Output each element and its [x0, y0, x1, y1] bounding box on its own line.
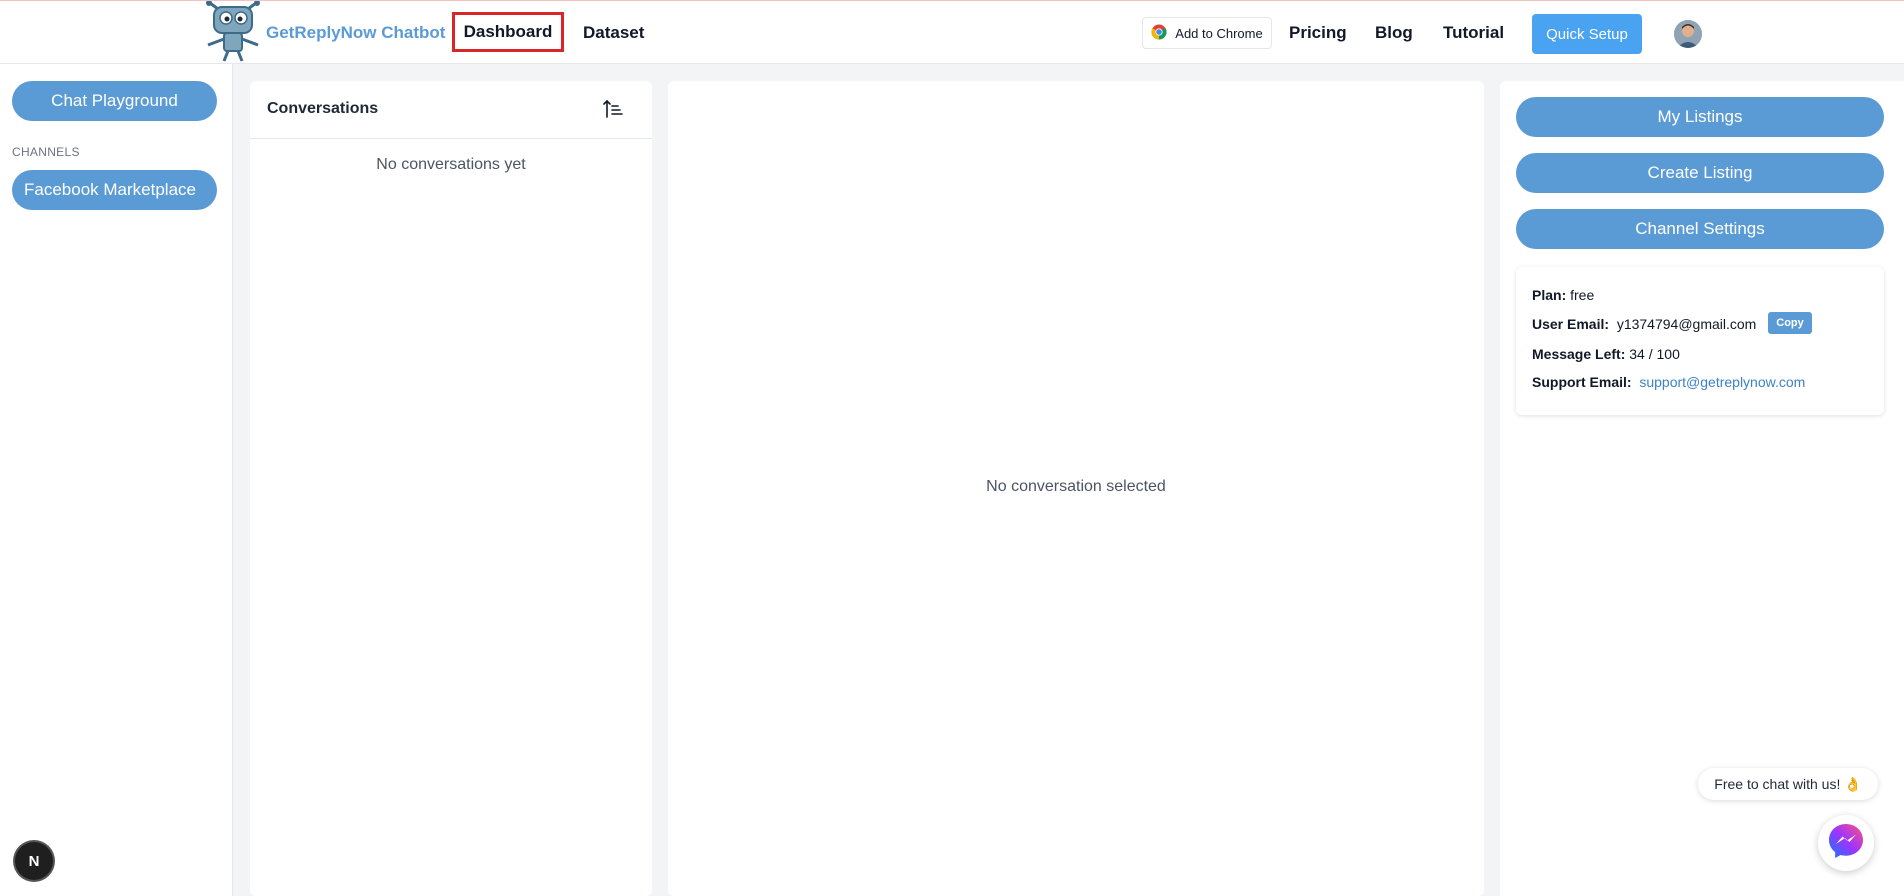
chat-playground-label: Chat Playground: [51, 91, 178, 110]
my-listings-label: My Listings: [1657, 107, 1743, 126]
channel-item-label: Facebook Marketplace: [24, 180, 196, 199]
support-email-label: Support Email:: [1532, 374, 1632, 390]
nav-tutorial-link[interactable]: Tutorial: [1443, 23, 1504, 43]
quick-setup-label: Quick Setup: [1546, 25, 1628, 43]
support-email-link[interactable]: support@getreplynow.com: [1639, 374, 1805, 390]
chat-widget-text: Free to chat with us! 👌: [1714, 775, 1862, 792]
create-listing-label: Create Listing: [1647, 163, 1753, 182]
robot-logo-icon[interactable]: [196, 0, 270, 65]
user-avatar[interactable]: [1674, 20, 1702, 48]
chat-widget-bubble[interactable]: Free to chat with us! 👌: [1698, 768, 1878, 800]
quick-setup-button[interactable]: Quick Setup: [1532, 14, 1642, 54]
conversations-header: Conversations: [250, 81, 652, 139]
conversations-title: Conversations: [267, 100, 379, 117]
conversations-panel: Conversations No conversations yet: [250, 81, 652, 896]
plan-row: Plan: free: [1532, 287, 1594, 303]
brand[interactable]: [196, 0, 270, 65]
channel-settings-button[interactable]: Channel Settings: [1516, 209, 1884, 249]
message-left-row: Message Left: 34 / 100: [1532, 346, 1680, 362]
conversations-empty-state: No conversations yet: [376, 156, 526, 173]
nav-dataset-link[interactable]: Dataset: [583, 23, 644, 43]
account-info-card: Plan: free User Email: y1374794@gmail.co…: [1516, 267, 1884, 415]
nav-blog-link[interactable]: Blog: [1375, 23, 1413, 43]
nav-pricing-link[interactable]: Pricing: [1289, 23, 1347, 43]
left-sidebar: Chat Playground CHANNELS Facebook Market…: [0, 64, 233, 896]
user-email-row: User Email: y1374794@gmail.com: [1532, 316, 1756, 332]
channels-section-label: CHANNELS: [12, 145, 80, 159]
copy-email-button[interactable]: Copy: [1768, 312, 1812, 334]
nav-dashboard-link[interactable]: Dashboard: [452, 12, 564, 52]
sort-ascending-icon[interactable]: [602, 97, 626, 121]
user-email-value: y1374794@gmail.com: [1616, 316, 1757, 332]
chat-playground-button[interactable]: Chat Playground: [12, 81, 217, 121]
message-left-label: Message Left:: [1532, 346, 1626, 362]
nextjs-dev-badge[interactable]: N: [15, 842, 53, 880]
n-badge-label: N: [28, 852, 40, 870]
channel-item-facebook-marketplace[interactable]: Facebook Marketplace: [12, 170, 217, 210]
top-navbar: GetReplyNow Chatbot Dashboard Dataset Ad…: [0, 0, 1904, 64]
add-to-chrome-label: Add to Chrome: [1175, 25, 1263, 41]
plan-label: Plan:: [1532, 287, 1567, 303]
messenger-icon: [1826, 821, 1866, 866]
messenger-chat-button[interactable]: [1818, 815, 1874, 871]
nav-dashboard-label: Dashboard: [463, 22, 553, 41]
message-left-value: 34 / 100: [1629, 346, 1680, 362]
brand-name[interactable]: GetReplyNow Chatbot: [266, 23, 445, 43]
my-listings-button[interactable]: My Listings: [1516, 97, 1884, 137]
chat-empty-state: No conversation selected: [986, 478, 1166, 495]
channel-settings-label: Channel Settings: [1635, 219, 1765, 238]
user-email-label: User Email:: [1532, 316, 1610, 332]
plan-value: free: [1570, 287, 1595, 303]
chrome-icon: [1151, 24, 1167, 43]
chat-panel: No conversation selected: [668, 81, 1484, 896]
support-email-row: Support Email: support@getreplynow.com: [1532, 374, 1805, 390]
copy-label: Copy: [1776, 317, 1804, 329]
add-to-chrome-button[interactable]: Add to Chrome: [1142, 17, 1272, 49]
create-listing-button[interactable]: Create Listing: [1516, 153, 1884, 193]
